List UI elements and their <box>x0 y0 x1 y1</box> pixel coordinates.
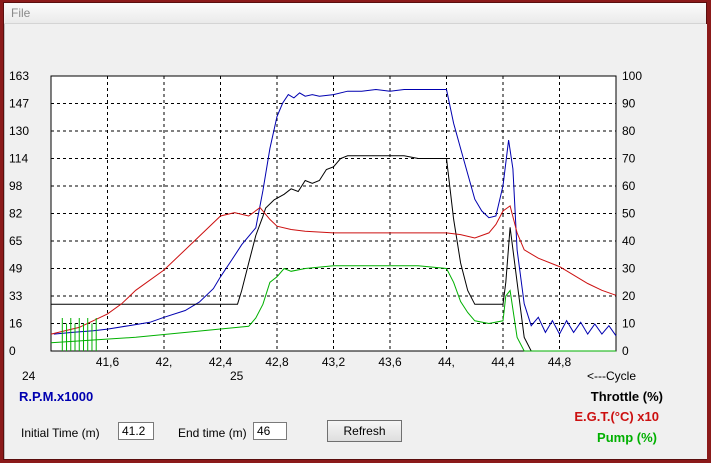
x-tick-label: 42,8 <box>265 355 289 369</box>
left-tick-label: 16 <box>9 317 23 331</box>
initial-time-label: Initial Time (m) <box>21 426 100 440</box>
right-tick-label: 50 <box>622 207 636 221</box>
left-axis-ticks: 163 147 130 114 98 82 65 49 33 16 0 <box>9 69 29 358</box>
refresh-button[interactable]: Refresh <box>327 420 402 442</box>
left-tick-label: 163 <box>9 69 29 83</box>
right-tick-label: 60 <box>622 179 636 193</box>
cycle-mid-label: 25 <box>230 369 244 383</box>
legend-pump: Pump (%) <box>597 430 657 445</box>
menu-file[interactable]: File <box>11 6 30 20</box>
x-tick-label: 44,8 <box>548 355 572 369</box>
initial-time-input[interactable] <box>118 422 154 440</box>
right-tick-label: 70 <box>622 152 636 166</box>
right-tick-label: 40 <box>622 234 636 248</box>
legend-throttle: Throttle (%) <box>590 389 663 404</box>
legend-rpm: R.P.M.x1000 <box>19 389 94 404</box>
cycle-start-label: 24 <box>22 369 36 383</box>
x-tick-label: 43,2 <box>322 355 346 369</box>
right-tick-label: 10 <box>622 317 636 331</box>
engine-log-chart: 1631471301149882654933160 10090807060504… <box>9 69 642 383</box>
right-tick-label: 20 <box>622 289 636 303</box>
left-tick-label: 130 <box>9 124 29 138</box>
right-axis-ticks: 1009080706050403020100 <box>622 69 642 358</box>
x-tick-label: 42, <box>156 355 173 369</box>
right-tick-label: 30 <box>622 262 636 276</box>
left-tick-label: 49 <box>9 262 23 276</box>
end-time-label: End time (m) <box>178 426 247 440</box>
left-tick-label: 65 <box>9 234 23 248</box>
right-tick-label: 80 <box>622 124 636 138</box>
x-tick-label: 43,6 <box>378 355 402 369</box>
left-tick-label: 98 <box>9 179 23 193</box>
x-axis-ticks: 41,6 42, 42,4 42,8 43,2 43,6 44, 44,4 44,8 <box>96 355 572 369</box>
x-tick-label: 42,4 <box>209 355 233 369</box>
right-tick-label: 100 <box>622 69 642 83</box>
left-tick-label: 82 <box>9 207 23 221</box>
x-tick-label: 41,6 <box>96 355 120 369</box>
x-tick-label: 44, <box>438 355 455 369</box>
right-tick-label: 0 <box>622 344 629 358</box>
cycle-arrow-label: <---Cycle <box>587 369 636 383</box>
app-window: File 163 147 130 114 98 82 65 49 33 16 0 100 90 80 70… <box>3 2 707 460</box>
left-tick-label: 114 <box>9 152 28 166</box>
chart-area: 163 147 130 114 98 82 65 49 33 16 0 100 90 80 70 60 50 4… <box>4 24 707 459</box>
left-tick-label: 33 <box>9 289 23 303</box>
legend-egt: E.G.T.(°C) x10 <box>574 409 659 424</box>
left-tick-label: 0 <box>9 344 16 358</box>
left-tick-label: 147 <box>9 97 29 111</box>
menu-bar: File <box>4 3 706 24</box>
end-time-input[interactable] <box>253 422 287 440</box>
x-tick-label: 44,4 <box>491 355 515 369</box>
right-tick-label: 90 <box>622 97 636 111</box>
